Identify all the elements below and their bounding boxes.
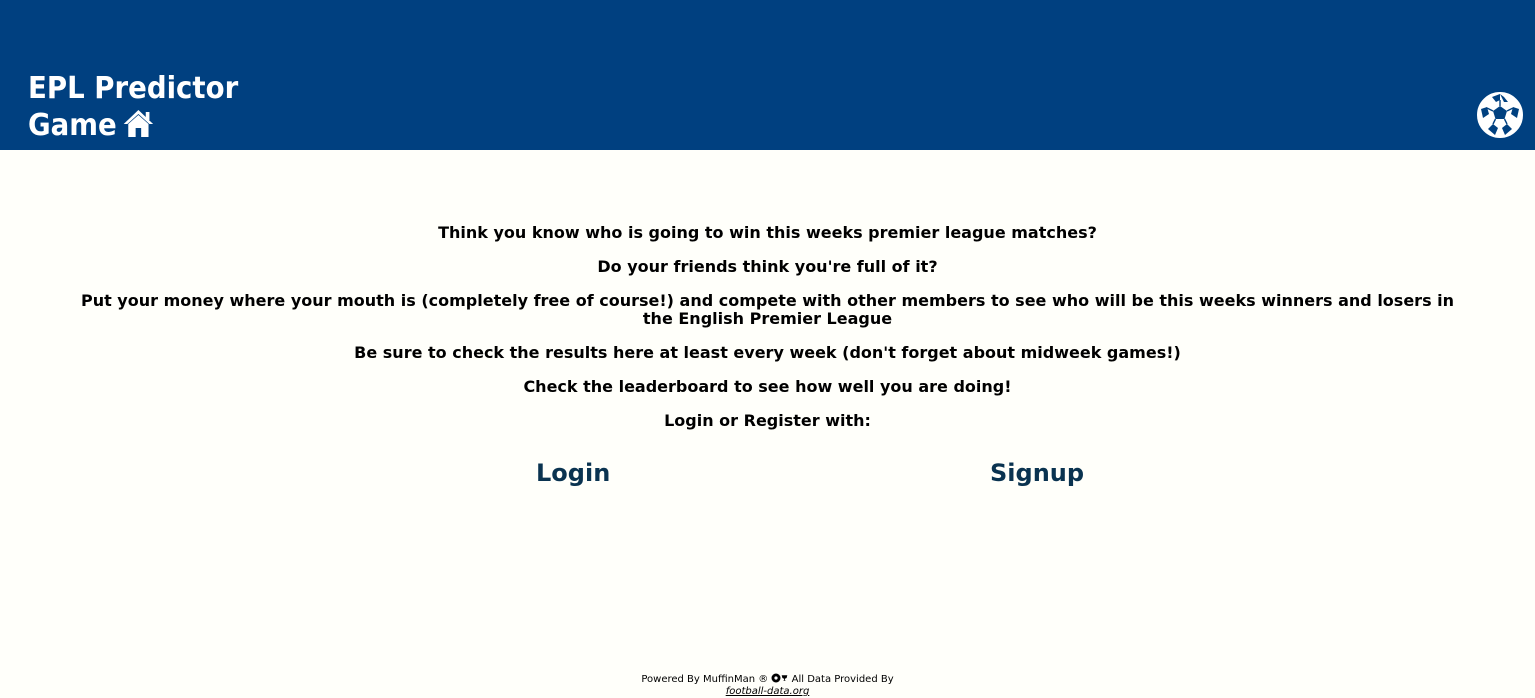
soccer-ball-icon (771, 673, 781, 683)
site-footer: Powered By MuffinMan ® All Data Provided… (0, 673, 1535, 698)
auth-actions: Login Signup (0, 456, 1535, 492)
login-register-prompt: Login or Register with: (664, 411, 871, 430)
trophy-icon (782, 675, 788, 681)
intro-section: Think you know who is going to win this … (0, 224, 1535, 446)
site-title-line1: EPL Predictor (28, 71, 239, 106)
intro-paragraph-3: Put your money where your mouth is (comp… (80, 291, 1455, 328)
powered-by-text: Powered By MuffinMan ® (641, 674, 769, 685)
login-link[interactable]: Login (536, 456, 610, 490)
intro-paragraph-4: Be sure to check the results here at lea… (354, 343, 1181, 362)
intro-paragraph-1: Think you know who is going to win this … (438, 223, 1097, 242)
site-title-line2: Game (28, 108, 117, 143)
intro-paragraph-5: Check the leaderboard to see how well yo… (523, 377, 1012, 396)
football-data-link[interactable]: football-data.org (0, 686, 1535, 698)
data-provided-text: All Data Provided By (791, 674, 894, 685)
signup-link[interactable]: Signup (990, 456, 1084, 490)
home-link[interactable]: EPL Predictor Game (28, 70, 256, 144)
intro-paragraph-2: Do your friends think you're full of it? (597, 257, 938, 276)
home-icon (124, 110, 154, 137)
soccer-ball-icon[interactable] (1476, 91, 1524, 139)
site-header: EPL Predictor Game (0, 0, 1535, 150)
